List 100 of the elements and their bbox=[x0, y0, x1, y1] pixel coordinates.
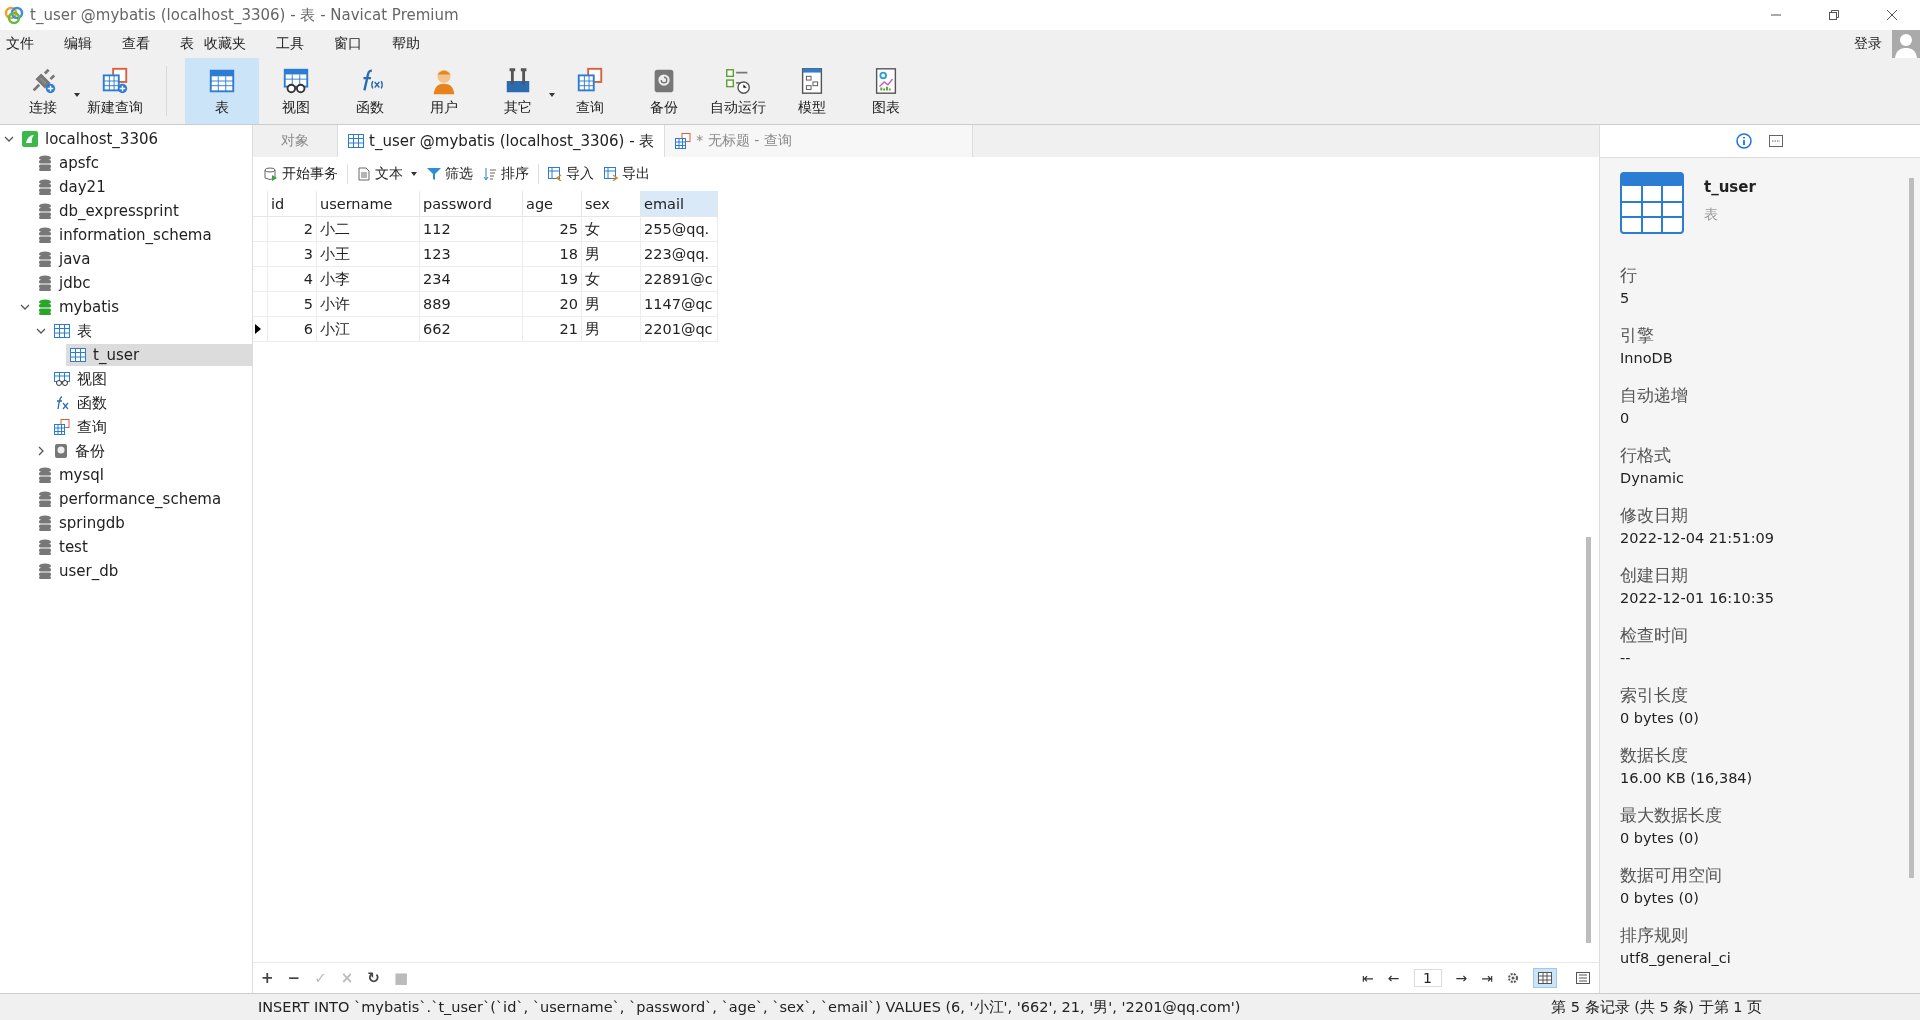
tree-item[interactable]: db_expressprint bbox=[34, 200, 252, 222]
column-header[interactable]: sex bbox=[581, 191, 641, 217]
menu-item[interactable]: 收藏夹 bbox=[204, 35, 246, 53]
grid-toolbar-button[interactable]: 排序 bbox=[478, 165, 534, 183]
toolbar-button[interactable]: 表 bbox=[185, 58, 259, 124]
import-icon bbox=[548, 167, 562, 181]
toolbar-button[interactable]: 函数 bbox=[333, 58, 407, 124]
property-value: InnoDB bbox=[1620, 350, 1674, 366]
table-icon bbox=[70, 348, 86, 362]
page-nav-button[interactable]: ⇤ bbox=[1362, 970, 1374, 986]
property-value: 0 bytes (0) bbox=[1620, 890, 1700, 906]
tree-item[interactable]: java bbox=[34, 248, 252, 270]
caret-icon[interactable] bbox=[74, 93, 80, 97]
tree-item[interactable]: jdbc bbox=[34, 272, 252, 294]
tree-item[interactable]: apsfc bbox=[34, 152, 252, 174]
toolbar-button[interactable]: 其它 bbox=[481, 58, 555, 124]
tree-item[interactable]: mysql bbox=[34, 464, 252, 486]
column-header[interactable]: age bbox=[522, 191, 582, 217]
tree-item[interactable]: 视图 bbox=[50, 368, 252, 390]
tree-item[interactable]: 函数 bbox=[50, 392, 252, 414]
menu-item[interactable]: 编辑 bbox=[64, 35, 92, 53]
info-icon[interactable] bbox=[1736, 133, 1752, 149]
toolbar-button[interactable]: 新建查询 bbox=[78, 58, 152, 124]
tree-item[interactable]: 查询 bbox=[50, 416, 252, 438]
grid-view-button[interactable] bbox=[1533, 968, 1557, 988]
column-header[interactable]: id bbox=[267, 191, 317, 217]
object-name: t_user bbox=[1704, 178, 1756, 196]
tree-item[interactable]: performance_schema bbox=[34, 488, 252, 510]
menu-item[interactable]: 工具 bbox=[276, 35, 304, 53]
table-icon bbox=[1620, 172, 1684, 234]
grid-toolbar-button[interactable]: 开始事务 bbox=[259, 165, 343, 183]
grid-icon bbox=[1538, 972, 1552, 984]
table-cell: 21 bbox=[522, 316, 582, 342]
tree-item[interactable]: localhost_3306 bbox=[18, 128, 252, 150]
column-header[interactable]: username bbox=[316, 191, 420, 217]
tree-item[interactable]: springdb bbox=[34, 512, 252, 534]
window-title: t_user @mybatis (localhost_3306) - 表 - Navicat Premium bbox=[30, 5, 459, 25]
grid-toolbar-button[interactable]: 导出 bbox=[599, 165, 655, 183]
settings-icon[interactable] bbox=[1507, 972, 1519, 984]
property-label: 排序规则 bbox=[1620, 924, 1689, 947]
property-value: 0 bbox=[1620, 410, 1631, 426]
menu-item[interactable]: 帮助 bbox=[392, 35, 420, 53]
row-indicator[interactable] bbox=[253, 316, 268, 342]
menu-item[interactable]: 查看 bbox=[122, 35, 150, 53]
ddl-icon[interactable] bbox=[1768, 133, 1784, 149]
query-icon bbox=[675, 133, 692, 149]
caret-icon[interactable] bbox=[549, 93, 555, 97]
export-icon bbox=[604, 167, 618, 181]
tree-item[interactable]: 表 bbox=[50, 320, 252, 342]
toolbar-button[interactable]: 自动运行 bbox=[701, 58, 775, 124]
edit-button[interactable]: − bbox=[287, 969, 301, 987]
toolbar-button[interactable]: 图表 bbox=[849, 58, 923, 124]
menu-item[interactable]: 表 bbox=[180, 35, 194, 53]
table-cell: 255@qq. bbox=[640, 216, 718, 242]
close-icon[interactable] bbox=[1886, 9, 1898, 21]
property-value: 5 bbox=[1620, 290, 1631, 306]
table-cell: 4 bbox=[267, 266, 317, 292]
edit-button[interactable]: + bbox=[261, 969, 274, 987]
grid-toolbar-button[interactable]: 文本 bbox=[352, 165, 422, 183]
tree-item[interactable]: test bbox=[34, 536, 252, 558]
tree-item[interactable]: information_schema bbox=[34, 224, 252, 246]
toolbar-button[interactable]: 用户 bbox=[407, 58, 481, 124]
column-header[interactable]: password bbox=[419, 191, 523, 217]
menu-item[interactable]: 窗口 bbox=[334, 35, 362, 53]
toolbar-button[interactable]: 视图 bbox=[259, 58, 333, 124]
page-nav-button[interactable]: ← bbox=[1387, 970, 1400, 986]
toolbar-button[interactable]: 连接 bbox=[6, 58, 80, 124]
page-number-field[interactable]: 1 bbox=[1413, 969, 1442, 987]
table-cell: 小二 bbox=[316, 216, 420, 242]
property-label: 行格式 bbox=[1620, 444, 1672, 467]
page-nav-button[interactable]: → bbox=[1455, 970, 1468, 986]
menu-item[interactable]: 文件 bbox=[6, 35, 34, 53]
sql-statement: INSERT INTO `mybatis`.`t_user`(`id`, `username`, `password`, `age`, `sex`, `email`) VALUES (6, '小江', '662', 21, '男', '2201@qq.com') bbox=[258, 997, 1241, 1017]
tree-item[interactable]: 备份 bbox=[50, 440, 252, 462]
tab[interactable]: * 无标题 - 查询 bbox=[665, 125, 973, 157]
table-cell: 20 bbox=[522, 291, 582, 317]
property-value: 0 bytes (0) bbox=[1620, 830, 1700, 846]
tree-item[interactable]: mybatis bbox=[34, 296, 252, 318]
grid-toolbar-button[interactable]: 导入 bbox=[543, 165, 599, 183]
toolbar-button[interactable]: 模型 bbox=[775, 58, 849, 124]
grid-toolbar-button[interactable]: 筛选 bbox=[422, 165, 478, 183]
column-header[interactable]: email bbox=[640, 191, 718, 217]
query-icon bbox=[54, 419, 70, 435]
property-label: 数据可用空间 bbox=[1620, 864, 1723, 887]
login-link[interactable]: 登录 bbox=[1854, 35, 1882, 53]
edit-button[interactable]: ↻ bbox=[367, 969, 380, 987]
tree-item[interactable]: day21 bbox=[34, 176, 252, 198]
property-label: 引擎 bbox=[1620, 324, 1655, 347]
document-icon bbox=[357, 167, 371, 181]
database-play-icon bbox=[264, 167, 278, 181]
page-nav-button[interactable]: ⇥ bbox=[1481, 970, 1493, 986]
tab[interactable]: t_user @mybatis (localhost_3306) - 表 bbox=[338, 125, 666, 157]
sort-icon bbox=[483, 167, 497, 181]
toolbar-button[interactable]: 查询 bbox=[553, 58, 627, 124]
toolbar-button[interactable]: 备份 bbox=[627, 58, 701, 124]
tree-item[interactable]: t_user bbox=[66, 344, 252, 366]
tree-item[interactable]: user_db bbox=[34, 560, 252, 582]
table-cell: 男 bbox=[581, 291, 641, 317]
table-cell: 6 bbox=[267, 316, 317, 342]
restore-icon[interactable] bbox=[1828, 9, 1840, 21]
